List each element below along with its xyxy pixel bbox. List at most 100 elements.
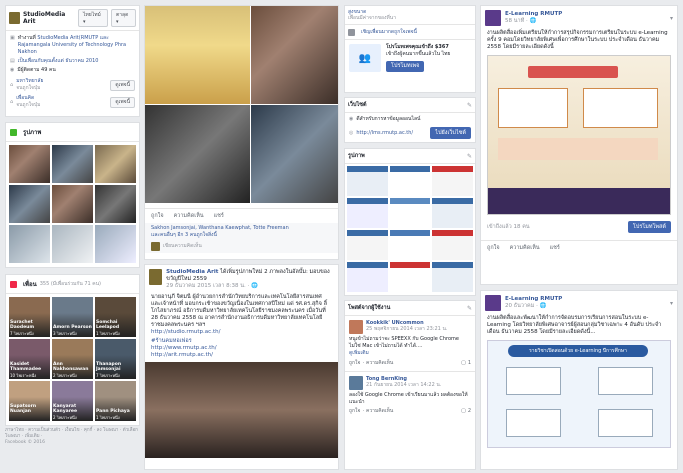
post2-link2[interactable]: http://www.rmutp.ac.th/ xyxy=(151,345,332,352)
page-avatar[interactable] xyxy=(9,12,20,24)
photo-thumb[interactable] xyxy=(52,185,93,223)
friend-tile[interactable]: Kanyarat Kanyaree 2 ไพเราะหนึ่ง xyxy=(52,381,93,421)
friend-tile[interactable]: Kasidet Thammadee 10 ไพเราะหนึ่ง xyxy=(9,339,50,379)
invite-link[interactable]: เชิญเพื่อนมากดถูกใจเพจนี้ xyxy=(361,28,417,36)
friend-name[interactable]: Supatsorn Nuanjan xyxy=(10,404,50,414)
post2-tag[interactable]: #ร้านคมหอเฟอร xyxy=(151,338,332,345)
language-select[interactable]: ไทยไทม์ ▾ xyxy=(77,9,108,27)
elearn1-name[interactable]: E-Learning RMUTP xyxy=(505,11,562,18)
photo-thumb[interactable] xyxy=(95,225,136,263)
friend-name[interactable]: Surachet Daodeum xyxy=(10,320,50,330)
screenshot-thumb[interactable] xyxy=(389,198,431,228)
photos-title[interactable]: รูปภาพ xyxy=(23,127,41,137)
friend-name[interactable]: Amorn Pearson xyxy=(53,325,92,330)
elearn1-share-button[interactable]: แชร์ xyxy=(550,244,560,252)
elearn2-infographic[interactable]: รายวิชาเปิดสอนด้วย e-Learning ปีการศึกษา xyxy=(487,340,671,448)
friend-name[interactable]: Kanyarat Kanyaree xyxy=(53,404,93,414)
screenshot-thumb[interactable] xyxy=(389,230,431,260)
elearn-avatar[interactable] xyxy=(485,295,501,311)
post1-like-button[interactable]: ถูกใจ xyxy=(151,212,164,220)
photo-thumb[interactable] xyxy=(95,145,136,183)
elearn1-time[interactable]: 58 นาที · 🌐 xyxy=(505,18,562,25)
elearn1-comment-button[interactable]: ความคิดเห็น xyxy=(510,244,540,252)
page-name[interactable]: StudioMedia Arit xyxy=(23,11,75,25)
photo-thumb[interactable] xyxy=(95,185,136,223)
elearn1-infographic[interactable] xyxy=(487,55,671,215)
post1-comment-input[interactable]: เขียนความคิดเห็น xyxy=(163,243,202,250)
photo-thumb[interactable] xyxy=(9,145,50,183)
screenshot-thumb[interactable] xyxy=(347,198,388,228)
elearn1-reach[interactable]: เข้าถึงแล้ว 18 คน xyxy=(487,223,530,231)
friends-title[interactable]: เพื่อน xyxy=(23,279,37,289)
friend-tile[interactable]: Supatsorn Nuanjan xyxy=(9,381,50,421)
see-more-link[interactable]: ดูเพิ่มเติม xyxy=(349,349,471,357)
view-page-button-1[interactable]: ดูเพจนี้ xyxy=(110,79,135,91)
photo-thumb[interactable] xyxy=(9,185,50,223)
post-photo[interactable] xyxy=(250,105,338,203)
post2-link3[interactable]: http://arit.rmutp.ac.th/ xyxy=(151,352,332,359)
visitor-like[interactable]: ถูกใจ xyxy=(349,407,360,415)
screenshot-thumb[interactable] xyxy=(389,262,431,292)
right-photos-edit-icon[interactable]: ✎ xyxy=(467,153,472,160)
friend-tile[interactable]: Amorn Pearson 3 ไพเราะหนึ่ง xyxy=(52,297,93,337)
post2-avatar[interactable] xyxy=(149,269,163,285)
elearn2-name[interactable]: E-Learning RMUTP xyxy=(505,296,562,303)
footer-links[interactable]: ภาษาไทย · ความเป็นส่วนตัว · เงื่อนไข · ค… xyxy=(5,428,140,440)
post1-liked-by[interactable]: Sakhon Jamsonjai, Wanthana Kaewphat, Tot… xyxy=(151,225,332,232)
friend-tile[interactable]: Ann Nakhonsawan 2 ไพเราะหนึ่ง xyxy=(52,339,93,379)
post-photo[interactable] xyxy=(250,6,338,104)
visitor-comment[interactable]: ความคิดเห็น xyxy=(366,407,393,415)
friend-name[interactable]: Kasidet Thammadee xyxy=(10,362,50,372)
friend-name[interactable]: Pann Pichaya xyxy=(96,409,130,414)
website-edit-icon[interactable]: ✎ xyxy=(467,102,472,109)
post1-comment-button[interactable]: ความคิดเห็น xyxy=(174,212,204,220)
visitor-like[interactable]: ถูกใจ xyxy=(349,359,360,367)
boost-post-button[interactable]: โปรโมทโพสต์ xyxy=(627,221,671,233)
visitor-date[interactable]: 25 พฤศจิกายน 2014 เวลา 23:21 น. xyxy=(366,326,447,332)
friend-name[interactable]: Ann Nakhonsawan xyxy=(53,362,93,372)
post1-liked-more[interactable]: และคนอื่นๆ อีก 3 คนถูกใจสิ่งนี้ xyxy=(151,232,332,239)
post1-share-button[interactable]: แชร์ xyxy=(214,212,224,220)
friend-name[interactable]: Somchai Leelapod xyxy=(96,320,136,330)
friend-page-link[interactable]: เพื่อนคิด xyxy=(16,95,40,102)
post2-date[interactable]: 29 ธันวาคม 2015 เวลา 8:38 น. · 🌐 xyxy=(166,283,334,290)
website-url[interactable]: http://lms.rmutp.ac.th/ xyxy=(356,130,413,136)
language-select-2[interactable]: ตาลุด ▾ xyxy=(110,9,137,27)
joined-text[interactable]: เป็นเพื่อนกับคุณตั้งแต่ ธันวาคม 2010 xyxy=(18,58,99,65)
screenshot-thumb[interactable] xyxy=(432,198,473,228)
photo-thumb[interactable] xyxy=(52,145,93,183)
right-photos-title[interactable]: รูปภาพ xyxy=(348,152,365,160)
elearn2-time[interactable]: 20 ธันวาคม · 🌐 xyxy=(505,303,562,310)
elearn-avatar[interactable] xyxy=(485,10,501,26)
friend-tile[interactable]: Somchai Leelapod 1 ไพเราะหนึ่ง xyxy=(95,297,136,337)
view-page-button-2[interactable]: ดูเพจนี้ xyxy=(110,96,135,108)
post2-author[interactable]: StudioMedia Arit xyxy=(166,269,218,275)
screenshot-thumb[interactable] xyxy=(347,230,388,260)
screenshot-thumb[interactable] xyxy=(432,262,473,292)
visitor-avatar[interactable] xyxy=(349,376,363,390)
friend-tile[interactable]: Surachet Daodeum 7 ไพเราะหนึ่ง xyxy=(9,297,50,337)
promote-page-button[interactable]: โปรโมทเพจ xyxy=(386,61,425,72)
visitor-date[interactable]: 21 กันยายน 2014 เวลา 14:22 น. xyxy=(366,382,441,388)
visitor-avatar[interactable] xyxy=(349,320,363,334)
post-photo[interactable] xyxy=(145,105,250,203)
visitor-comment[interactable]: ความคิดเห็น xyxy=(366,359,393,367)
post2-photo[interactable] xyxy=(145,362,338,458)
photo-thumb[interactable] xyxy=(52,225,93,263)
screenshot-thumb[interactable] xyxy=(432,166,473,196)
friend-tile[interactable]: Pann Pichaya 1 ไพเราะหนึ่ง xyxy=(95,381,136,421)
friend-name[interactable]: Thanapon Jamsonjai xyxy=(96,362,136,372)
friend-tile[interactable]: Thanapon Jamsonjai 7 ไพเราะหนึ่ง xyxy=(95,339,136,379)
university-link[interactable]: มหาวิทยาลัย xyxy=(16,78,43,85)
visitor-posts-edit-icon[interactable]: ✎ xyxy=(467,305,472,312)
post-menu-icon[interactable]: ▾ xyxy=(670,300,673,307)
screenshot-thumb[interactable] xyxy=(347,262,388,292)
visit-website-button[interactable]: ไปยังเว็บไซต์ xyxy=(430,127,471,139)
screenshot-thumb[interactable] xyxy=(389,166,431,196)
screenshot-thumb[interactable] xyxy=(347,166,388,196)
screenshot-thumb[interactable] xyxy=(432,230,473,260)
post-menu-icon[interactable]: ▾ xyxy=(670,15,673,22)
photo-thumb[interactable] xyxy=(9,225,50,263)
post2-link1[interactable]: http://studio.rmutp.ac.th/ xyxy=(151,329,332,336)
post-photo-main[interactable] xyxy=(145,6,250,104)
